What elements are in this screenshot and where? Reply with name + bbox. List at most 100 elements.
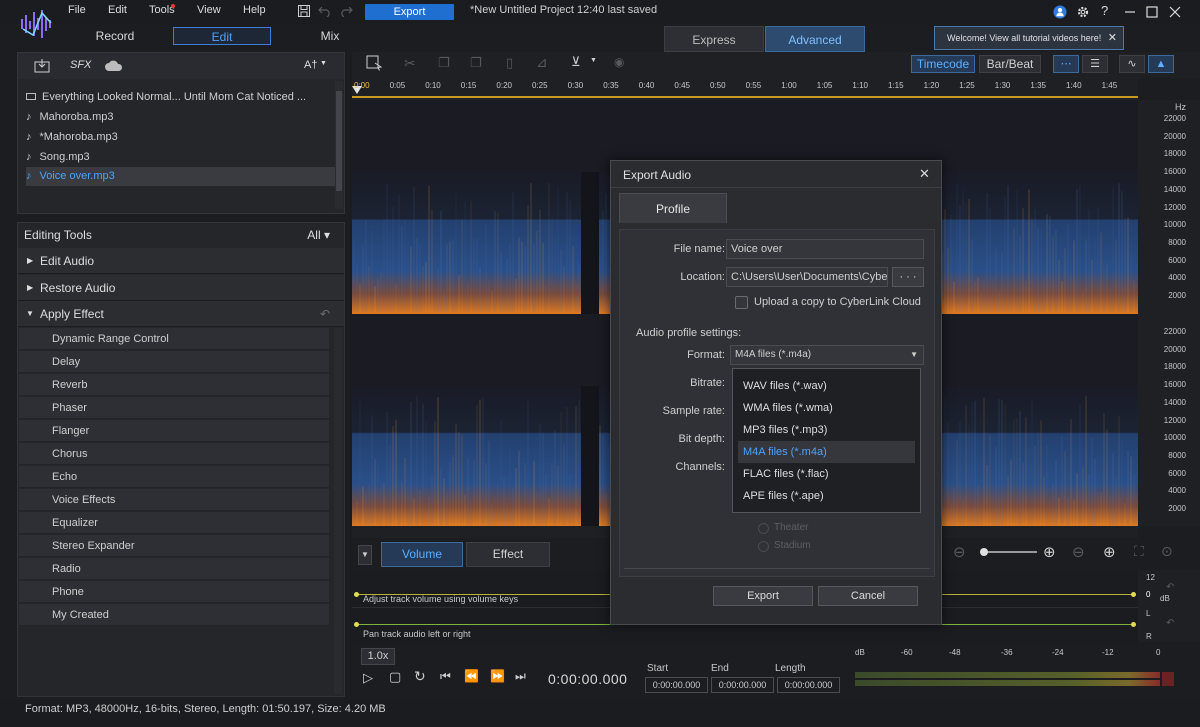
zoom-vertical-out-icon[interactable]: ⊖ — [1072, 543, 1085, 561]
menu-file[interactable]: File — [68, 4, 86, 16]
undo-icon[interactable] — [318, 5, 332, 17]
save-icon[interactable] — [297, 4, 311, 18]
tooltip-close-icon[interactable]: ✕ — [1108, 27, 1117, 49]
browse-button[interactable]: · · · — [892, 267, 924, 287]
tab-volume[interactable]: Volume — [381, 542, 463, 567]
fullscreen-icon[interactable]: ⊙ — [1161, 543, 1173, 560]
go-end-icon[interactable]: ⏭ — [515, 669, 526, 684]
effect-item[interactable]: Phone — [19, 581, 329, 603]
mode-mix[interactable]: Mix — [300, 27, 360, 45]
sfx-button[interactable]: SFX — [70, 59, 91, 71]
location-field[interactable]: C:\Users\User\Documents\Cyberli... — [726, 267, 888, 287]
pan-reset-icon[interactable]: ↶ — [1166, 618, 1174, 629]
upload-checkbox[interactable] — [735, 296, 748, 309]
spectral-display-icon[interactable]: ▲ — [1148, 55, 1174, 73]
text-size-caret-icon[interactable]: ▼ — [320, 60, 327, 67]
menu-help[interactable]: Help — [243, 4, 266, 16]
section-apply-effect[interactable]: ▼ Apply Effect ↶ — [18, 301, 344, 327]
menu-view[interactable]: View — [197, 4, 221, 16]
volume-envelope-start-node[interactable] — [354, 592, 359, 597]
play-icon[interactable]: ▷ — [363, 670, 373, 686]
zoom-vertical-in-icon[interactable]: ⊕ — [1103, 543, 1116, 561]
effect-item[interactable]: Delay — [19, 351, 329, 373]
fast-forward-icon[interactable]: ⏩ — [490, 669, 505, 683]
paste-icon[interactable]: ❐ — [470, 55, 482, 71]
volume-envelope-end-node[interactable] — [1131, 592, 1136, 597]
format-select[interactable]: M4A files (*.m4a) ▼ — [730, 345, 924, 365]
close-icon[interactable] — [1168, 5, 1182, 19]
format-option-wav[interactable]: WAV files (*.wav) — [738, 375, 915, 397]
export-top-button[interactable]: Export — [365, 4, 454, 20]
redo-icon[interactable] — [339, 5, 353, 17]
tab-profile[interactable]: Profile — [619, 193, 727, 223]
library-item[interactable]: ♪ Song.mp3 — [26, 148, 336, 167]
wave-display-icon[interactable]: ∿ — [1119, 55, 1145, 73]
effect-item[interactable]: Equalizer — [19, 512, 329, 534]
go-start-icon[interactable]: ⏮ — [440, 669, 451, 684]
zoom-in-icon[interactable]: ⊕ — [1043, 543, 1056, 561]
tab-advanced[interactable]: Advanced — [765, 26, 865, 52]
text-size-button[interactable]: A† — [304, 59, 317, 71]
cut-icon[interactable]: ✂ — [404, 55, 416, 72]
rewind-icon[interactable]: ⏪ — [464, 669, 479, 683]
maximize-icon[interactable] — [1145, 5, 1159, 19]
zoom-slider[interactable] — [980, 548, 1037, 556]
marker-icon[interactable]: ⊻ — [571, 54, 581, 70]
effect-item[interactable]: Dynamic Range Control — [19, 328, 329, 350]
library-item-selected[interactable]: ♪ Voice over.mp3 — [26, 167, 336, 186]
account-icon[interactable] — [1053, 5, 1067, 19]
waveform-view-icon[interactable]: ⋯ — [1053, 55, 1079, 73]
end-time-field[interactable]: 0:00:00.000 — [711, 677, 774, 693]
effect-item[interactable]: Voice Effects — [19, 489, 329, 511]
select-tool-icon[interactable] — [366, 55, 382, 71]
export-button[interactable]: Export — [713, 586, 813, 606]
trim-icon[interactable]: ⊿ — [536, 54, 548, 71]
effect-item[interactable]: Flanger — [19, 420, 329, 442]
file-name-field[interactable]: Voice over — [726, 239, 924, 259]
format-option-m4a[interactable]: M4A files (*.m4a) — [738, 441, 915, 463]
dialog-close-icon[interactable]: ✕ — [919, 166, 930, 182]
timecode-toggle[interactable]: Timecode — [911, 55, 975, 73]
radio-theater[interactable] — [758, 523, 769, 534]
zoom-slider-knob[interactable] — [980, 548, 988, 556]
multitrack-view-icon[interactable]: ☰ — [1082, 55, 1108, 73]
effect-item[interactable]: Phaser — [19, 397, 329, 419]
library-item[interactable]: ♪ Mahoroba.mp3 — [26, 108, 336, 127]
pan-envelope-end-node[interactable] — [1131, 622, 1136, 627]
tools-filter-dropdown[interactable]: All ▾ — [307, 223, 330, 247]
tab-express[interactable]: Express — [664, 26, 764, 52]
effect-item[interactable]: Radio — [19, 558, 329, 580]
reset-icon[interactable]: ↶ — [320, 301, 330, 327]
import-icon[interactable] — [34, 59, 50, 73]
format-option-mp3[interactable]: MP3 files (*.mp3) — [738, 419, 915, 441]
start-time-field[interactable]: 0:00:00.000 — [645, 677, 708, 693]
effect-item[interactable]: Stereo Expander — [19, 535, 329, 557]
format-option-flac[interactable]: FLAC files (*.flac) — [738, 463, 915, 485]
library-item[interactable]: ♪ *Mahoroba.mp3 — [26, 128, 336, 147]
section-restore-audio[interactable]: ▶ Restore Audio — [18, 275, 344, 301]
section-edit-audio[interactable]: ▶ Edit Audio — [18, 248, 344, 274]
effect-item[interactable]: My Created — [19, 604, 329, 626]
zoom-out-icon[interactable]: ⊖ — [953, 543, 966, 561]
minimize-icon[interactable] — [1123, 5, 1137, 19]
fit-view-icon[interactable]: ⛶ — [1134, 543, 1144, 560]
length-time-field[interactable]: 0:00:00.000 — [777, 677, 840, 693]
gear-icon[interactable] — [1076, 5, 1090, 19]
library-scroll-thumb[interactable] — [336, 91, 342, 191]
marker-dropdown-icon[interactable]: ▼ — [590, 57, 597, 64]
cancel-button[interactable]: Cancel — [818, 586, 918, 606]
format-option-wma[interactable]: WMA files (*.wma) — [738, 397, 915, 419]
track-options-button[interactable]: ▼ — [358, 545, 372, 565]
snapshot-icon[interactable]: ◉ — [614, 55, 624, 69]
radio-stadium[interactable] — [758, 541, 769, 552]
effect-item[interactable]: Chorus — [19, 443, 329, 465]
delete-icon[interactable]: ▯ — [506, 55, 513, 71]
menu-edit[interactable]: Edit — [108, 4, 127, 16]
help-icon[interactable]: ? — [1101, 3, 1108, 18]
timeline-ruler[interactable]: 0:00 0:05 0:10 0:15 0:20 0:25 0:30 0:35 0:40 0:45… — [352, 78, 1138, 100]
library-item[interactable]: Everything Looked Normal... Until Mom Ca… — [26, 88, 336, 107]
mode-record[interactable]: Record — [80, 27, 150, 45]
stop-icon[interactable]: ▢ — [389, 669, 401, 685]
envelope-reset-icon[interactable]: ↶ — [1166, 582, 1174, 593]
tools-scrollbar[interactable] — [334, 328, 342, 694]
